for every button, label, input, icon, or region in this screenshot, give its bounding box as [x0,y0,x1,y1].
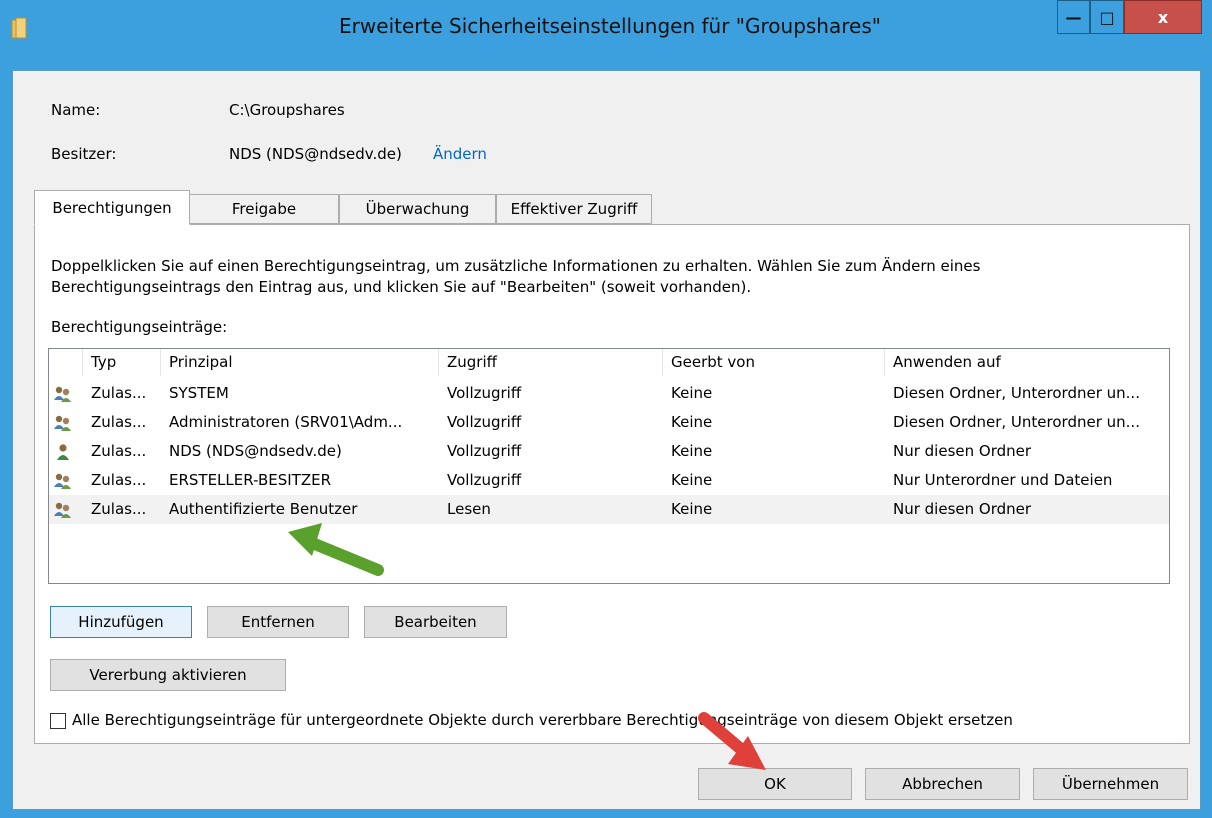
tab-permissions-label: Berechtigungen [52,198,172,217]
security-dialog-window: Erweiterte Sicherheitseinstellungen für … [0,0,1212,818]
green-arrow-icon [288,523,384,576]
tab-permissions[interactable]: Berechtigungen [34,190,190,225]
red-arrow-icon [698,712,766,770]
annotation-arrows [288,523,766,770]
